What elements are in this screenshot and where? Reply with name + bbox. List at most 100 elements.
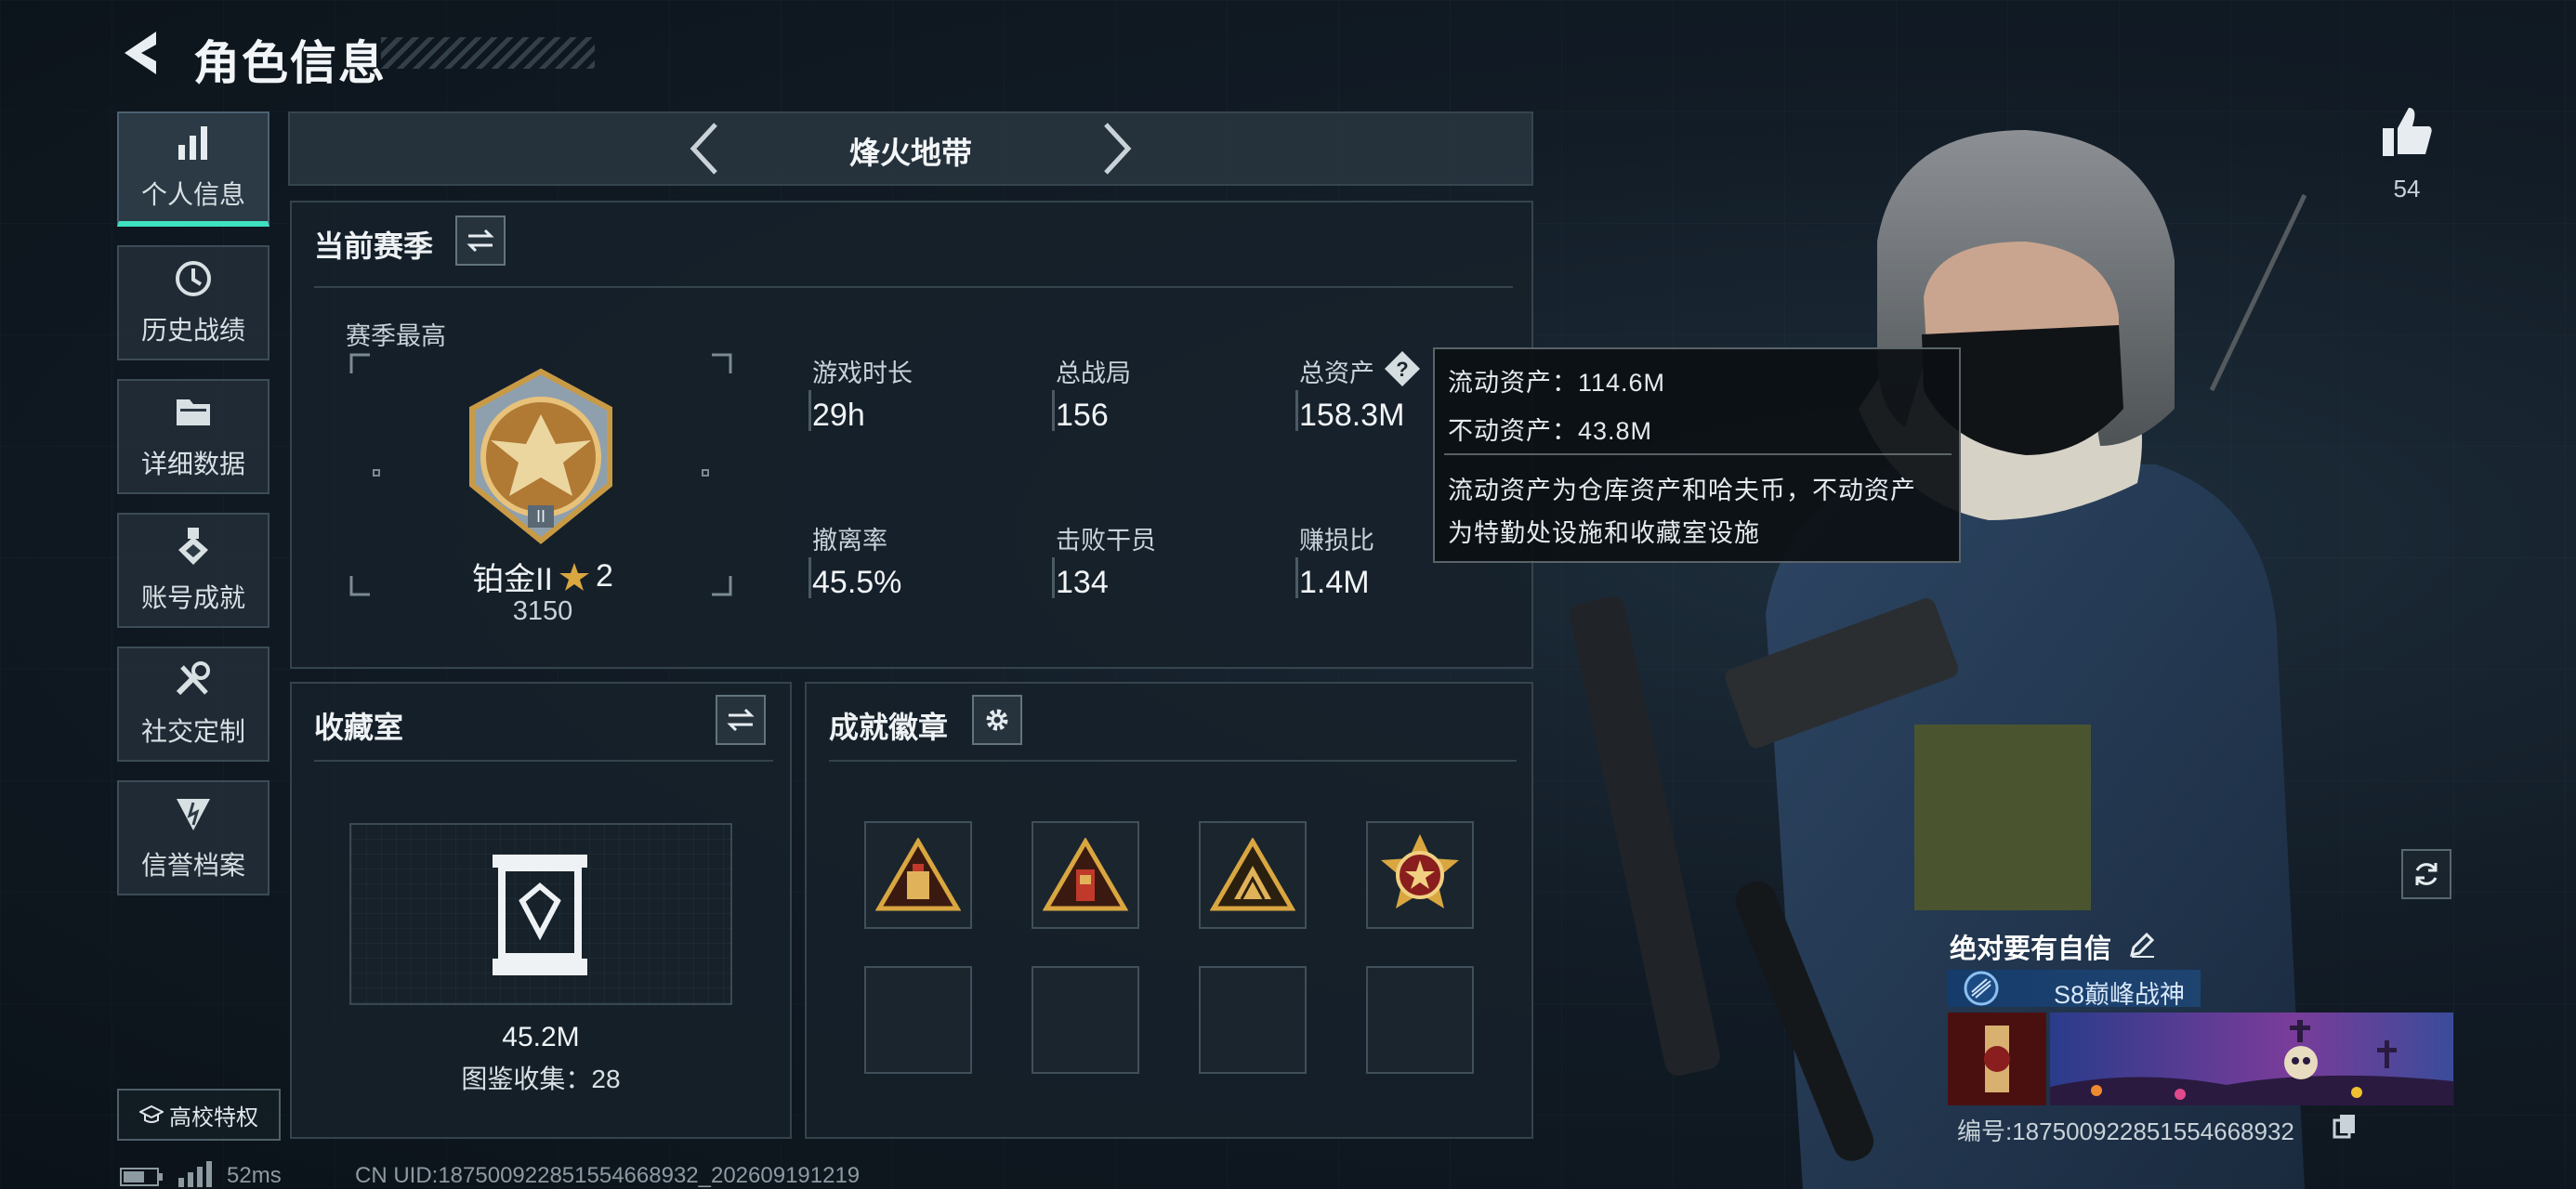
stat-label-profit-loss: 赚损比 [1299,527,1374,555]
rank-name: 铂金II [472,562,553,597]
star-icon [559,562,589,591]
title-decoration [381,37,595,69]
season-best-label: 赛季最高 [346,322,446,350]
stat-label-total-matches: 总战局 [1056,359,1131,387]
tooltip-divider [1444,453,1952,455]
sidebar-item-personal-info[interactable]: 个人信息 [117,111,269,227]
bar-chart-icon [178,126,207,160]
rank-stars: 2 [595,558,613,594]
signal-icon [178,1161,212,1187]
svg-text:II: II [536,507,545,526]
svg-text:?: ? [1396,358,1408,381]
sidebar-item-credit[interactable]: 信誉档案 [117,780,269,895]
sidebar-item-label: 历史战绩 [140,316,245,345]
stat-divider [808,390,811,431]
tools-icon [176,661,210,696]
campus-privilege-label: 高校特权 [169,1104,258,1130]
stat-label-extract-rate: 撤离率 [812,527,887,555]
collection-room-title: 收藏室 [314,711,404,744]
current-season-title: 当前赛季 [314,229,434,263]
warning-triangle-badge-icon [875,838,961,911]
badge-slot[interactable] [1366,821,1474,929]
season-divider [314,286,1513,288]
empty-badge-slot[interactable] [1199,966,1307,1074]
stat-label-operators-defeated: 击败干员 [1056,527,1156,555]
assets-tooltip: 流动资产：114.6M 不动资产：43.8M 流动资产为仓库资产和哈夫币，不动资… [1433,347,1961,563]
ping-value: 52ms [227,1163,282,1188]
folder-icon [177,399,210,425]
rank-name-row: 铂金II 2 [463,554,623,599]
campus-privilege-button[interactable]: 高校特权 [117,1089,281,1141]
collection-value: 45.2M [502,1022,580,1052]
season-swap-button[interactable] [455,216,506,266]
chevron-left-icon[interactable] [684,119,725,178]
sidebar-item-label: 信誉档案 [140,851,245,880]
chevron-right-icon[interactable] [1097,119,1137,178]
empty-badge-slot[interactable] [864,966,972,1074]
sidebar-item-achievements[interactable]: 账号成就 [117,513,269,628]
empty-badge-slot[interactable] [1366,966,1474,1074]
tooltip-description-line2: 为特勤处设施和收藏室设施 [1448,519,1760,547]
tooltip-liquid-assets: 流动资产：114.6M [1448,369,1666,397]
tooltip-description-line1: 流动资产为仓库资产和哈夫币，不动资产 [1448,477,1916,504]
sidebar-item-label: 详细数据 [140,450,245,478]
history-icon [176,261,211,296]
page-title: 角色信息 [193,37,387,89]
collection-count: 图鉴收集：28 [461,1065,621,1093]
footer-uid: CN UID:18750092285155466893​2_2026091912… [355,1163,861,1188]
stat-value-total-matches: 156 [1056,398,1109,433]
badges-divider [829,760,1517,762]
badge-slot[interactable] [1199,821,1307,929]
tooltip-fixed-assets: 不动资产：43.8M [1448,417,1653,445]
sidebar-item-social-custom[interactable]: 社交定制 [117,647,269,762]
player-title: S8巅峰战神 [2054,981,2186,1009]
stat-value-extract-rate: 45.5% [812,565,902,600]
warning-triangle-badge-icon [1210,838,1295,911]
collection-swap-button[interactable] [716,695,766,745]
badge-slot[interactable] [864,821,972,929]
sidebar-item-detailed-data[interactable]: 详细数据 [117,379,269,494]
swap-icon [467,229,494,253]
stat-value-profit-loss: 1.4M [1299,565,1370,600]
stat-label-total-assets: 总资产 [1299,359,1374,387]
credit-icon [177,799,210,830]
stat-value-play-time: 29h [812,398,865,433]
star-medal-badge-icon [1381,834,1459,908]
achievement-badges-title: 成就徽章 [829,711,949,744]
like-count: 54 [2393,175,2421,203]
badge-settings-button[interactable] [972,695,1022,745]
edit-icon[interactable] [2128,931,2156,959]
player-name: 绝对要有自信 [1950,934,2112,964]
sidebar-item-history[interactable]: 历史战绩 [117,245,269,360]
stat-divider [808,557,811,598]
battery-icon [120,1168,163,1186]
collection-divider [314,760,773,762]
title-emblem-icon [1964,971,1999,1006]
gear-icon [986,709,1008,731]
empty-badge-slot[interactable] [1032,966,1139,1074]
sidebar-item-label: 账号成就 [140,583,245,612]
stat-value-operators-defeated: 134 [1056,565,1109,600]
profile-banner[interactable] [1948,1013,2453,1105]
rank-score: 3150 [512,596,573,626]
achievement-icon [178,528,208,565]
stat-label-play-time: 游戏时长 [812,359,913,387]
warning-triangle-badge-icon [1043,838,1128,911]
sidebar-item-label: 社交定制 [140,717,245,746]
mode-name: 烽火地带 [849,136,972,170]
stat-divider [1295,557,1298,598]
badge-slot[interactable] [1032,821,1139,929]
copy-icon[interactable] [2333,1113,2357,1139]
stat-divider [1052,557,1055,598]
thumbs-up-icon[interactable] [2381,106,2433,158]
back-arrow-icon[interactable] [119,28,164,78]
graduation-cap-icon [139,1104,164,1123]
stat-divider [1052,390,1055,431]
refresh-button[interactable] [2401,849,2451,899]
help-icon[interactable]: ? [1383,349,1422,388]
platinum-rank-icon: II [469,368,612,544]
sidebar-item-label: 个人信息 [140,180,245,209]
swap-icon [727,708,755,732]
refresh-icon [2415,863,2438,885]
player-uid: 编号:18750092285155466893​2 [1957,1117,2294,1145]
